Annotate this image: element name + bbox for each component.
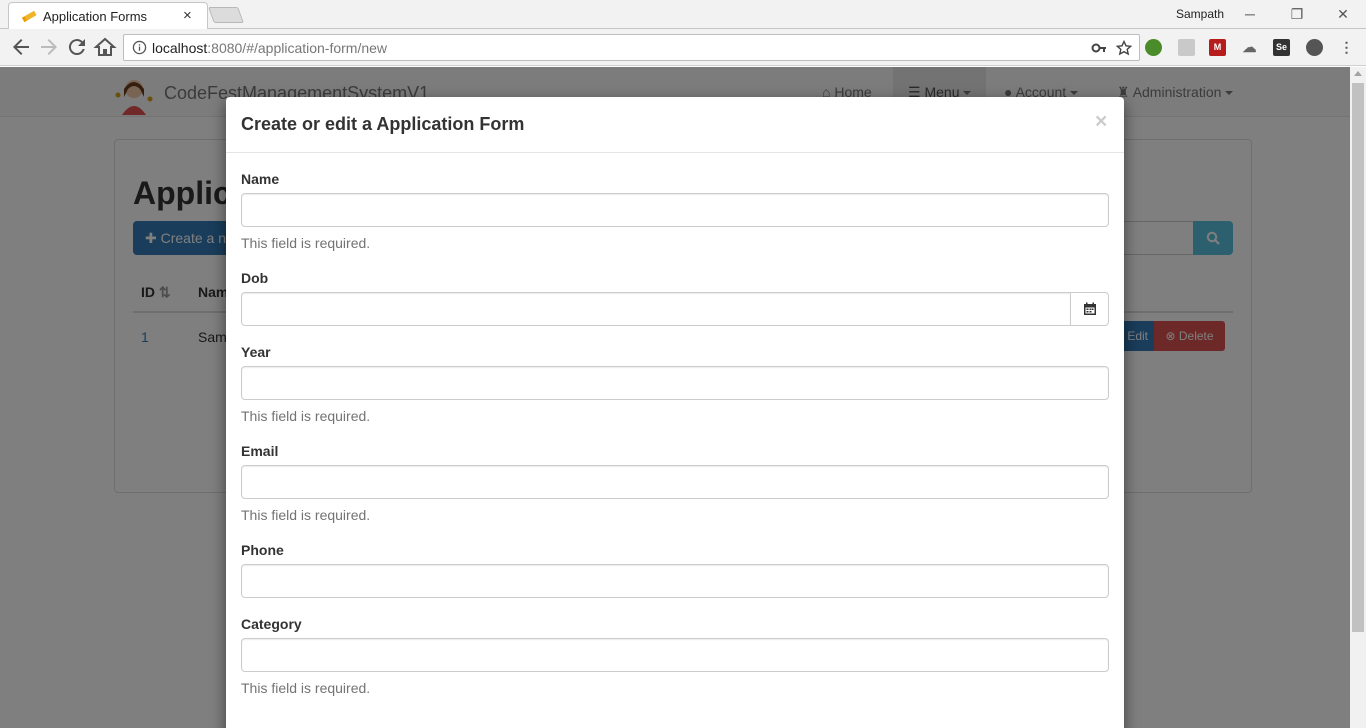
chrome-menu-icon[interactable]: ⋮ — [1338, 39, 1355, 56]
close-icon[interactable]: × — [1095, 110, 1107, 134]
email-help-text: This field is required. — [241, 507, 371, 523]
extension-pdf-icon[interactable] — [1178, 39, 1195, 56]
phone-field[interactable] — [241, 564, 1109, 598]
extension-m-icon[interactable]: M — [1209, 39, 1226, 56]
scroll-thumb[interactable] — [1352, 83, 1364, 632]
restore-icon[interactable]: ❐ — [1287, 4, 1307, 24]
year-label: Year — [241, 344, 271, 360]
email-field[interactable] — [241, 465, 1109, 499]
new-tab-button[interactable] — [208, 7, 244, 23]
application-form-modal: Create or edit a Application Form × Name… — [226, 97, 1124, 728]
url-host: localhost — [152, 40, 208, 56]
star-icon[interactable] — [1116, 40, 1132, 56]
category-help-text: This field is required. — [241, 680, 371, 696]
tab-close-icon[interactable]: × — [183, 7, 192, 24]
profile-name[interactable]: Sampath — [1176, 7, 1224, 21]
minimize-icon[interactable]: ─ — [1240, 4, 1260, 24]
modal-title: Create or edit a Application Form — [241, 114, 525, 134]
calendar-button[interactable] — [1070, 292, 1109, 326]
dob-label: Dob — [241, 270, 269, 286]
url-path: :8080/#/application-form/new — [207, 40, 388, 56]
address-bar[interactable]: localhost:8080/#/application-form/new — [123, 34, 1140, 61]
browser-tab[interactable]: Application Forms × — [8, 2, 208, 30]
reload-icon[interactable] — [65, 35, 89, 59]
url-text: localhost:8080/#/application-form/new — [152, 40, 387, 56]
extension-chat-icon[interactable] — [1306, 39, 1323, 56]
scroll-up-arrow-icon[interactable] — [1354, 71, 1362, 76]
tab-title: Application Forms — [43, 9, 148, 24]
name-label: Name — [241, 171, 280, 187]
extension-selenium-icon[interactable]: Se — [1273, 39, 1290, 56]
email-label: Email — [241, 443, 279, 459]
back-icon[interactable] — [9, 35, 33, 59]
home-icon[interactable] — [93, 35, 117, 59]
phone-label: Phone — [241, 542, 284, 558]
forward-icon[interactable] — [37, 35, 61, 59]
window-close-icon[interactable]: ✕ — [1333, 4, 1353, 24]
name-field[interactable] — [241, 193, 1109, 227]
modal-header: Create or edit a Application Form × — [226, 97, 1124, 153]
extension-globe-icon[interactable] — [1145, 39, 1162, 56]
extension-cloud-icon[interactable]: ☁ — [1241, 39, 1258, 56]
dob-field[interactable] — [241, 292, 1071, 326]
year-help-text: This field is required. — [241, 408, 371, 424]
category-label: Category — [241, 616, 302, 632]
category-field[interactable] — [241, 638, 1109, 672]
pencil-icon — [21, 10, 37, 23]
page-scrollbar[interactable] — [1350, 67, 1366, 728]
name-help-text: This field is required. — [241, 235, 371, 251]
info-icon[interactable] — [132, 40, 147, 55]
calendar-icon — [1084, 302, 1096, 315]
browser-tabstrip: Application Forms × Sampath ─ ❐ ✕ — [0, 0, 1366, 30]
key-icon[interactable] — [1091, 40, 1107, 56]
year-field[interactable] — [241, 366, 1109, 400]
browser-toolbar: localhost:8080/#/application-form/new M … — [0, 29, 1366, 66]
page-viewport: CodeFestManagementSystemV1 ⌂ Home ☰ Menu… — [0, 67, 1350, 728]
